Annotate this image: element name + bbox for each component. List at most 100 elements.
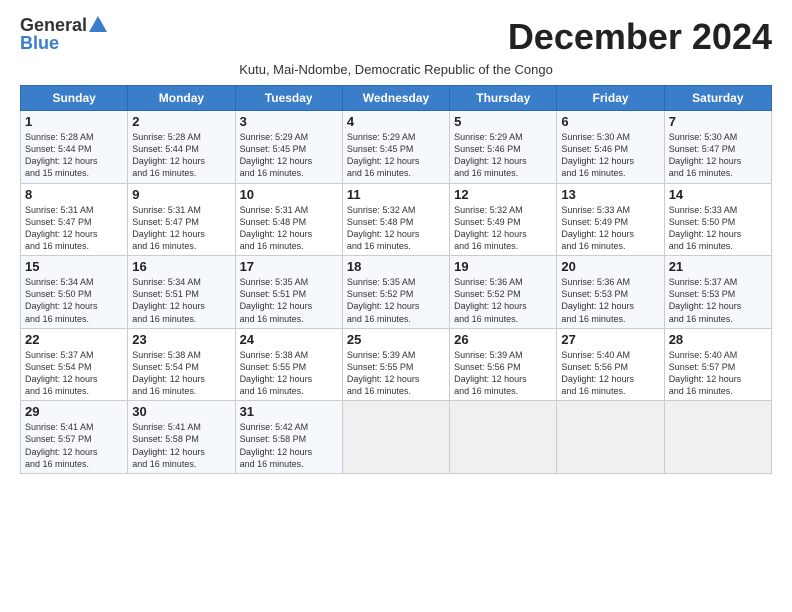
- calendar-cell: 29 Sunrise: 5:41 AM Sunset: 5:57 PM Dayl…: [21, 401, 128, 474]
- day-number: 13: [561, 187, 659, 202]
- day-number: 25: [347, 332, 445, 347]
- calendar-cell: 22 Sunrise: 5:37 AM Sunset: 5:54 PM Dayl…: [21, 328, 128, 401]
- day-info: Sunrise: 5:34 AM Sunset: 5:50 PM Dayligh…: [25, 276, 123, 325]
- day-number: 2: [132, 114, 230, 129]
- day-info: Sunrise: 5:31 AM Sunset: 5:48 PM Dayligh…: [240, 204, 338, 253]
- calendar-cell: 25 Sunrise: 5:39 AM Sunset: 5:55 PM Dayl…: [342, 328, 449, 401]
- day-number: 30: [132, 404, 230, 419]
- calendar-cell: 31 Sunrise: 5:42 AM Sunset: 5:58 PM Dayl…: [235, 401, 342, 474]
- calendar-week-5: 29 Sunrise: 5:41 AM Sunset: 5:57 PM Dayl…: [21, 401, 772, 474]
- day-number: 29: [25, 404, 123, 419]
- day-number: 28: [669, 332, 767, 347]
- calendar-cell: 4 Sunrise: 5:29 AM Sunset: 5:45 PM Dayli…: [342, 111, 449, 184]
- calendar-week-4: 22 Sunrise: 5:37 AM Sunset: 5:54 PM Dayl…: [21, 328, 772, 401]
- day-info: Sunrise: 5:42 AM Sunset: 5:58 PM Dayligh…: [240, 421, 338, 470]
- day-info: Sunrise: 5:30 AM Sunset: 5:46 PM Dayligh…: [561, 131, 659, 180]
- header-day-friday: Friday: [557, 86, 664, 111]
- calendar-cell: 10 Sunrise: 5:31 AM Sunset: 5:48 PM Dayl…: [235, 183, 342, 256]
- day-number: 24: [240, 332, 338, 347]
- page-container: General Blue December 2024 Kutu, Mai-Ndo…: [0, 0, 792, 484]
- day-number: 31: [240, 404, 338, 419]
- calendar-cell: [557, 401, 664, 474]
- day-number: 1: [25, 114, 123, 129]
- day-number: 23: [132, 332, 230, 347]
- day-info: Sunrise: 5:40 AM Sunset: 5:57 PM Dayligh…: [669, 349, 767, 398]
- day-number: 20: [561, 259, 659, 274]
- calendar-cell: 11 Sunrise: 5:32 AM Sunset: 5:48 PM Dayl…: [342, 183, 449, 256]
- calendar-cell: 28 Sunrise: 5:40 AM Sunset: 5:57 PM Dayl…: [664, 328, 771, 401]
- day-number: 10: [240, 187, 338, 202]
- calendar-cell: 1 Sunrise: 5:28 AM Sunset: 5:44 PM Dayli…: [21, 111, 128, 184]
- calendar-cell: 27 Sunrise: 5:40 AM Sunset: 5:56 PM Dayl…: [557, 328, 664, 401]
- calendar-cell: 2 Sunrise: 5:28 AM Sunset: 5:44 PM Dayli…: [128, 111, 235, 184]
- calendar-cell: 23 Sunrise: 5:38 AM Sunset: 5:54 PM Dayl…: [128, 328, 235, 401]
- day-number: 7: [669, 114, 767, 129]
- calendar-cell: 8 Sunrise: 5:31 AM Sunset: 5:47 PM Dayli…: [21, 183, 128, 256]
- calendar-header: SundayMondayTuesdayWednesdayThursdayFrid…: [21, 86, 772, 111]
- header-day-tuesday: Tuesday: [235, 86, 342, 111]
- calendar-cell: 17 Sunrise: 5:35 AM Sunset: 5:51 PM Dayl…: [235, 256, 342, 329]
- logo-blue-text: Blue: [20, 34, 59, 52]
- day-number: 26: [454, 332, 552, 347]
- calendar-cell: 3 Sunrise: 5:29 AM Sunset: 5:45 PM Dayli…: [235, 111, 342, 184]
- calendar-cell: 7 Sunrise: 5:30 AM Sunset: 5:47 PM Dayli…: [664, 111, 771, 184]
- month-title: December 2024: [508, 16, 772, 58]
- day-info: Sunrise: 5:28 AM Sunset: 5:44 PM Dayligh…: [132, 131, 230, 180]
- day-info: Sunrise: 5:41 AM Sunset: 5:57 PM Dayligh…: [25, 421, 123, 470]
- day-info: Sunrise: 5:39 AM Sunset: 5:55 PM Dayligh…: [347, 349, 445, 398]
- day-info: Sunrise: 5:38 AM Sunset: 5:55 PM Dayligh…: [240, 349, 338, 398]
- calendar-cell: 15 Sunrise: 5:34 AM Sunset: 5:50 PM Dayl…: [21, 256, 128, 329]
- calendar-cell: 12 Sunrise: 5:32 AM Sunset: 5:49 PM Dayl…: [450, 183, 557, 256]
- day-info: Sunrise: 5:41 AM Sunset: 5:58 PM Dayligh…: [132, 421, 230, 470]
- calendar-week-2: 8 Sunrise: 5:31 AM Sunset: 5:47 PM Dayli…: [21, 183, 772, 256]
- day-number: 14: [669, 187, 767, 202]
- day-info: Sunrise: 5:29 AM Sunset: 5:45 PM Dayligh…: [240, 131, 338, 180]
- calendar-cell: [342, 401, 449, 474]
- day-number: 8: [25, 187, 123, 202]
- day-info: Sunrise: 5:33 AM Sunset: 5:50 PM Dayligh…: [669, 204, 767, 253]
- day-number: 4: [347, 114, 445, 129]
- calendar-body: 1 Sunrise: 5:28 AM Sunset: 5:44 PM Dayli…: [21, 111, 772, 474]
- calendar-cell: 24 Sunrise: 5:38 AM Sunset: 5:55 PM Dayl…: [235, 328, 342, 401]
- day-number: 19: [454, 259, 552, 274]
- day-number: 18: [347, 259, 445, 274]
- day-info: Sunrise: 5:29 AM Sunset: 5:45 PM Dayligh…: [347, 131, 445, 180]
- calendar-cell: [450, 401, 557, 474]
- subtitle: Kutu, Mai-Ndombe, Democratic Republic of…: [20, 62, 772, 77]
- calendar-cell: 14 Sunrise: 5:33 AM Sunset: 5:50 PM Dayl…: [664, 183, 771, 256]
- day-number: 9: [132, 187, 230, 202]
- calendar-cell: 30 Sunrise: 5:41 AM Sunset: 5:58 PM Dayl…: [128, 401, 235, 474]
- day-info: Sunrise: 5:34 AM Sunset: 5:51 PM Dayligh…: [132, 276, 230, 325]
- day-info: Sunrise: 5:31 AM Sunset: 5:47 PM Dayligh…: [132, 204, 230, 253]
- calendar-cell: 26 Sunrise: 5:39 AM Sunset: 5:56 PM Dayl…: [450, 328, 557, 401]
- logo: General Blue: [20, 16, 107, 52]
- calendar-cell: 20 Sunrise: 5:36 AM Sunset: 5:53 PM Dayl…: [557, 256, 664, 329]
- day-number: 22: [25, 332, 123, 347]
- logo-general-text: General: [20, 16, 87, 34]
- day-info: Sunrise: 5:30 AM Sunset: 5:47 PM Dayligh…: [669, 131, 767, 180]
- day-number: 16: [132, 259, 230, 274]
- day-info: Sunrise: 5:38 AM Sunset: 5:54 PM Dayligh…: [132, 349, 230, 398]
- calendar-cell: 21 Sunrise: 5:37 AM Sunset: 5:53 PM Dayl…: [664, 256, 771, 329]
- day-number: 6: [561, 114, 659, 129]
- day-info: Sunrise: 5:39 AM Sunset: 5:56 PM Dayligh…: [454, 349, 552, 398]
- header-day-thursday: Thursday: [450, 86, 557, 111]
- header-day-wednesday: Wednesday: [342, 86, 449, 111]
- calendar-week-1: 1 Sunrise: 5:28 AM Sunset: 5:44 PM Dayli…: [21, 111, 772, 184]
- day-info: Sunrise: 5:35 AM Sunset: 5:51 PM Dayligh…: [240, 276, 338, 325]
- day-number: 11: [347, 187, 445, 202]
- day-info: Sunrise: 5:29 AM Sunset: 5:46 PM Dayligh…: [454, 131, 552, 180]
- day-number: 21: [669, 259, 767, 274]
- day-info: Sunrise: 5:31 AM Sunset: 5:47 PM Dayligh…: [25, 204, 123, 253]
- calendar-week-3: 15 Sunrise: 5:34 AM Sunset: 5:50 PM Dayl…: [21, 256, 772, 329]
- calendar-cell: 9 Sunrise: 5:31 AM Sunset: 5:47 PM Dayli…: [128, 183, 235, 256]
- header-row: General Blue December 2024: [20, 16, 772, 58]
- calendar-cell: 16 Sunrise: 5:34 AM Sunset: 5:51 PM Dayl…: [128, 256, 235, 329]
- day-info: Sunrise: 5:40 AM Sunset: 5:56 PM Dayligh…: [561, 349, 659, 398]
- calendar-cell: [664, 401, 771, 474]
- day-number: 3: [240, 114, 338, 129]
- day-number: 12: [454, 187, 552, 202]
- day-info: Sunrise: 5:36 AM Sunset: 5:53 PM Dayligh…: [561, 276, 659, 325]
- day-number: 5: [454, 114, 552, 129]
- logo-triangle-icon: [89, 16, 107, 32]
